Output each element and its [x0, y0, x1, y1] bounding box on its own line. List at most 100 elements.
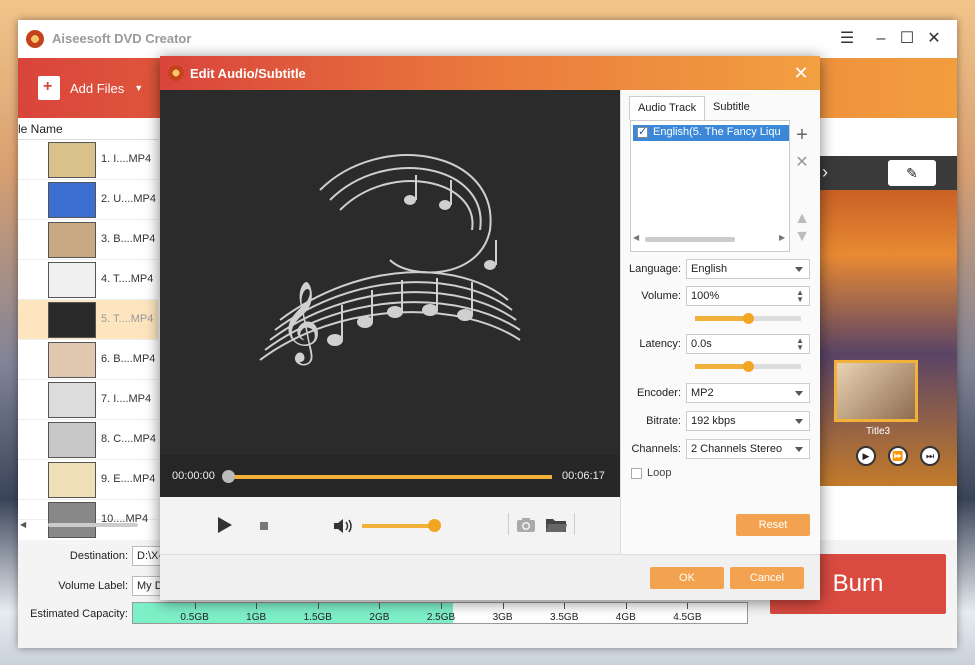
audio-track-item[interactable]: English(5. The Fancy Liqu	[633, 125, 789, 141]
file-thumbnail	[48, 182, 96, 218]
capacity-tick-label: 4.5GB	[673, 612, 702, 623]
reset-button[interactable]: Reset	[736, 514, 810, 536]
destination-label: Destination:	[69, 550, 128, 562]
bitrate-value: 192 kbps	[691, 415, 736, 427]
menu-icon[interactable]: ☰	[836, 28, 858, 50]
capacity-tick-label: 4GB	[615, 612, 636, 623]
track-checkbox[interactable]	[637, 125, 648, 138]
volume-level-handle[interactable]	[743, 313, 754, 324]
move-up-icon[interactable]: ▲	[792, 210, 812, 228]
file-row[interactable]: 10....MP4	[18, 500, 158, 538]
preview-next-icon[interactable]: ⏭	[920, 446, 940, 466]
file-name: 4. T....MP4	[101, 273, 154, 285]
folder-icon[interactable]	[545, 516, 567, 533]
chevron-right-icon[interactable]: ›	[822, 162, 828, 183]
capacity-tick	[502, 603, 504, 609]
track-list-scrollbar[interactable]	[645, 237, 735, 242]
latency-label: Latency:	[639, 338, 681, 350]
cancel-button[interactable]: Cancel	[730, 567, 804, 589]
minimize-button[interactable]: –	[870, 28, 892, 50]
file-name: 5. T....MP4	[101, 313, 154, 325]
file-name: 1. I....MP4	[101, 153, 152, 165]
capacity-tick	[379, 603, 381, 609]
divider	[508, 513, 509, 535]
file-row[interactable]: 8. C....MP4	[18, 420, 158, 460]
close-button[interactable]: ✕	[923, 28, 945, 50]
seek-handle[interactable]	[222, 470, 235, 483]
snapshot-icon[interactable]	[516, 517, 536, 533]
loop-label: Loop	[647, 467, 672, 479]
scroll-right-icon[interactable]: ▶	[779, 233, 785, 242]
music-notes-icon: 𝄞	[259, 154, 521, 365]
track-item-label: English(5. The Fancy Liqu	[653, 126, 781, 138]
channels-select[interactable]: 2 Channels Stereo	[686, 439, 810, 459]
file-thumbnail	[48, 462, 96, 498]
volume-slider[interactable]	[362, 524, 438, 528]
file-name: 6. B....MP4	[101, 353, 156, 365]
file-row[interactable]: 5. T....MP4	[18, 300, 158, 340]
horizontal-scrollbar[interactable]: ◀	[18, 520, 158, 530]
preview-forward-icon[interactable]: ⏩	[888, 446, 908, 466]
file-thumbnail	[48, 262, 96, 298]
latency-input[interactable]: 0.0s ▲ ▼	[686, 334, 810, 354]
move-down-icon[interactable]: ▼	[792, 228, 812, 246]
file-thumbnail	[48, 142, 96, 178]
maximize-button[interactable]: ☐	[896, 28, 918, 50]
file-row[interactable]: 6. B....MP4	[18, 340, 158, 380]
file-name: 3. B....MP4	[101, 233, 156, 245]
volume-icon[interactable]	[332, 517, 354, 535]
file-row[interactable]: 3. B....MP4	[18, 220, 158, 260]
dialog-footer: OK Cancel	[160, 554, 820, 600]
ok-button[interactable]: OK	[650, 567, 724, 589]
dialog-title-bar: Edit Audio/Subtitle ✕	[160, 56, 820, 90]
file-row[interactable]: 1. I....MP4	[18, 140, 158, 180]
preview-thumbnail[interactable]	[834, 360, 918, 422]
menu-preview: Title3 ▶ ⏩ ⏭	[820, 156, 957, 486]
destination-field[interactable]: D:\X-	[132, 546, 162, 566]
capacity-tick	[256, 603, 258, 609]
time-start: 00:00:00	[172, 470, 215, 482]
file-row[interactable]: 2. U....MP4	[18, 180, 158, 220]
capacity-label: Estimated Capacity:	[30, 608, 128, 620]
remove-track-icon[interactable]: ✕	[792, 152, 812, 172]
volume-label-label: Volume Label:	[58, 580, 128, 592]
file-row[interactable]: 7. I....MP4	[18, 380, 158, 420]
bitrate-select[interactable]: 192 kbps	[686, 411, 810, 431]
video-preview: 𝄞	[160, 90, 620, 455]
volume-input[interactable]: 100% ▲ ▼	[686, 286, 810, 306]
language-select[interactable]: English	[686, 259, 810, 279]
play-icon[interactable]	[218, 517, 232, 533]
list-header[interactable]: le Name	[18, 118, 158, 140]
file-name: 7. I....MP4	[101, 393, 152, 405]
stop-icon[interactable]	[260, 522, 268, 530]
settings-panel: Audio Track Subtitle English(5. The Fanc…	[620, 90, 820, 554]
loop-checkbox[interactable]	[631, 468, 642, 479]
capacity-bar: 0.5GB 1GB 1.5GB 2GB 2.5GB 3GB 3.5GB 4GB 4.5GB	[132, 602, 748, 624]
file-row[interactable]: 4. T....MP4	[18, 260, 158, 300]
seek-bar: 00:00:00 00:06:17	[160, 455, 620, 497]
preview-play-icon[interactable]: ▶	[856, 446, 876, 466]
volume-label: Volume:	[641, 290, 681, 302]
dialog-title: Edit Audio/Subtitle	[190, 66, 306, 81]
tab-subtitle[interactable]: Subtitle	[705, 96, 758, 120]
volume-slider-handle[interactable]	[428, 519, 442, 532]
seek-track[interactable]	[230, 475, 552, 479]
volume-label-field[interactable]: My D	[132, 576, 162, 596]
chevron-down-icon[interactable]: ▼	[134, 83, 143, 93]
file-row[interactable]: 9. E....MP4	[18, 460, 158, 500]
capacity-tick	[687, 603, 689, 609]
add-files-button[interactable]: Add Files ▼	[38, 76, 143, 100]
dialog-close-icon[interactable]: ✕	[790, 62, 812, 84]
volume-value: 100%	[691, 290, 720, 302]
latency-handle[interactable]	[743, 361, 754, 372]
capacity-tick-label: 3GB	[492, 612, 513, 623]
audio-track-list: English(5. The Fancy Liqu ◀ ▶	[630, 120, 790, 252]
add-track-icon[interactable]: +	[792, 124, 812, 147]
capacity-tick	[317, 603, 319, 609]
tab-audio-track[interactable]: Audio Track	[629, 96, 706, 120]
encoder-select[interactable]: MP2	[686, 383, 810, 403]
capacity-tick	[194, 603, 196, 609]
file-thumbnail	[48, 382, 96, 418]
scroll-left-icon[interactable]: ◀	[633, 233, 639, 242]
edit-menu-icon[interactable]: ✎	[888, 160, 936, 186]
